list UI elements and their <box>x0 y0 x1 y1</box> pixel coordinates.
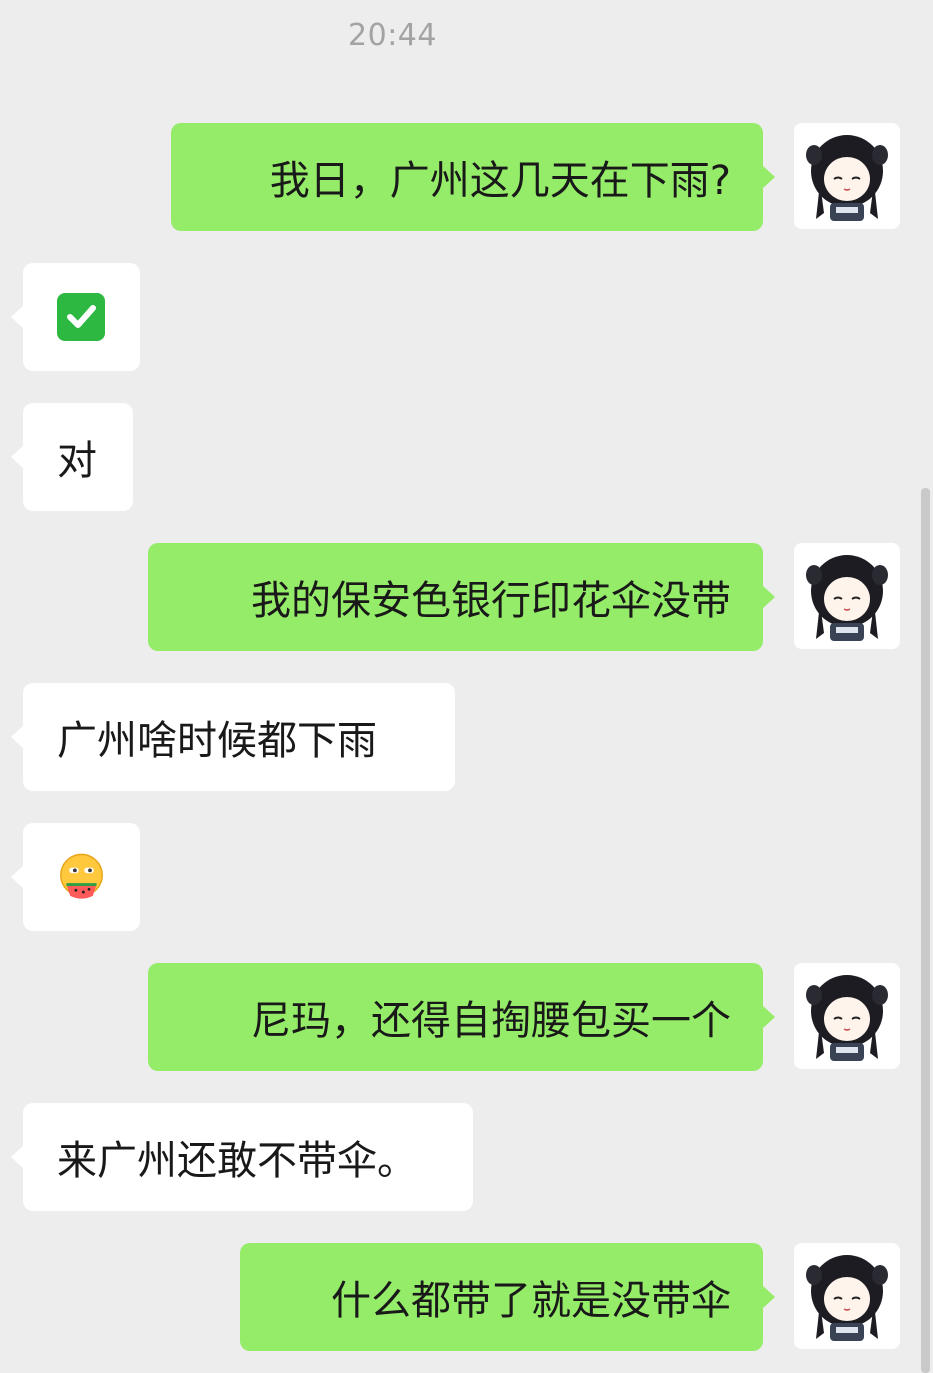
outgoing-message-bubble[interactable]: 我日，广州这几天在下雨? <box>171 123 775 231</box>
message-text: 来广州还敢不带伞。 <box>57 1138 417 1184</box>
message-text: 什么都带了就是没带伞 <box>331 1278 731 1324</box>
eating-watermelon-face-icon <box>60 853 103 899</box>
user-avatar[interactable] <box>794 123 900 229</box>
outgoing-message-bubble[interactable]: 尼玛，还得自掏腰包买一个 <box>148 963 775 1071</box>
anime-girl-avatar-icon <box>794 543 900 649</box>
incoming-message-bubble[interactable] <box>11 823 140 931</box>
incoming-message-bubble[interactable]: 来广州还敢不带伞。 <box>11 1103 473 1211</box>
incoming-message-bubble[interactable]: 对 <box>11 403 133 511</box>
message-text: 对 <box>57 438 97 484</box>
anime-girl-avatar-icon <box>794 963 900 1069</box>
incoming-message-bubble[interactable] <box>11 263 140 371</box>
user-avatar[interactable] <box>794 1243 900 1349</box>
message-text: 尼玛，还得自掏腰包买一个 <box>251 998 731 1044</box>
user-avatar[interactable] <box>794 543 900 649</box>
anime-girl-avatar-icon <box>794 1243 900 1349</box>
user-avatar[interactable] <box>794 963 900 1069</box>
check-mark-button-icon <box>57 293 105 341</box>
message-text: 我日，广州这几天在下雨? <box>269 158 731 204</box>
anime-girl-avatar-icon <box>794 123 900 229</box>
message-timestamp: 20:44 <box>348 18 437 53</box>
incoming-message-bubble[interactable]: 广州啥时候都下雨 <box>11 683 455 791</box>
outgoing-message-bubble[interactable]: 我的保安色银行印花伞没带 <box>148 543 775 651</box>
outgoing-message-bubble[interactable]: 什么都带了就是没带伞 <box>240 1243 775 1351</box>
message-text: 我的保安色银行印花伞没带 <box>251 578 731 624</box>
message-text: 广州啥时候都下雨 <box>57 718 377 764</box>
chat-scrollbar[interactable] <box>921 488 930 1373</box>
